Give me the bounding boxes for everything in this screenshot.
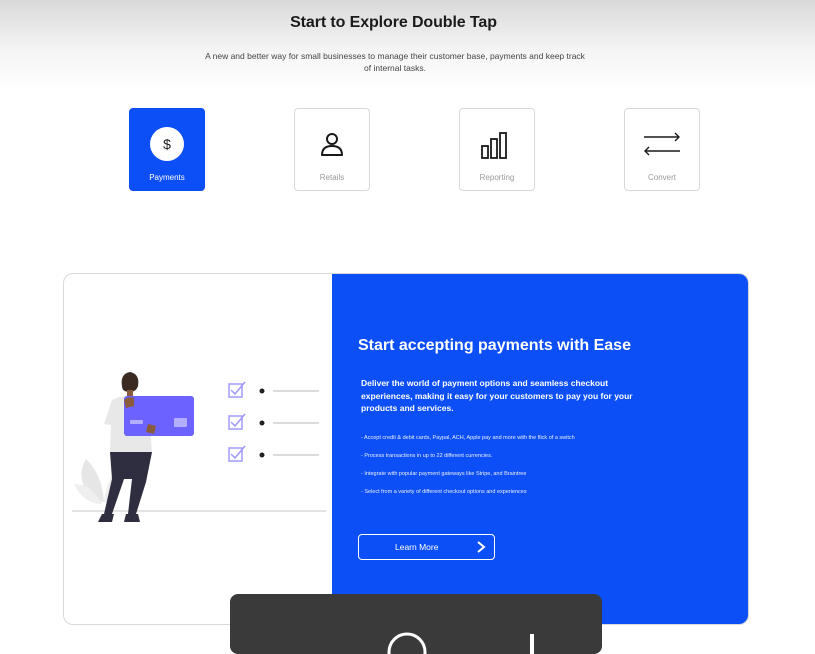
list-item: - Process transactions in up to 22 diffe…	[361, 453, 493, 459]
chevron-right-icon	[476, 540, 486, 556]
svg-text:$: $	[163, 136, 171, 152]
tab-payments-label: Payments	[149, 173, 185, 182]
payment-illustration	[64, 274, 332, 624]
list-item: - Select from a variety of different che…	[361, 489, 527, 495]
feature-title: Start accepting payments with Ease	[358, 337, 631, 354]
tab-retails[interactable]: Retails	[294, 108, 370, 191]
dollar-icon: $	[130, 125, 204, 163]
overlay-toolbar	[230, 594, 602, 654]
tab-retails-label: Retails	[319, 173, 345, 182]
feature-description: Deliver the world of payment options and…	[361, 378, 633, 413]
tab-convert-label: Convert	[647, 173, 676, 182]
tab-convert[interactable]: Convert	[624, 108, 700, 191]
feature-bullets: - Accept credit & debit cards, Paypal, A…	[361, 434, 591, 506]
tab-reporting[interactable]: Reporting	[459, 108, 535, 191]
list-item: - Integrate with popular payment gateway…	[361, 471, 527, 477]
list-item: - Accept credit & debit cards, Paypal, A…	[361, 435, 575, 441]
user-icon	[295, 125, 369, 163]
tab-payments[interactable]: $ Payments	[129, 108, 205, 191]
page-subtitle: A new and better way for small businesse…	[205, 51, 585, 73]
tab-reporting-label: Reporting	[479, 173, 515, 182]
convert-arrows-icon	[625, 125, 699, 163]
learn-more-label: Learn More	[395, 542, 439, 552]
learn-more-button[interactable]: Learn More	[358, 534, 495, 560]
feature-card: Start accepting payments with Ease Deliv…	[63, 273, 749, 625]
page-title: Start to Explore Double Tap	[290, 14, 497, 31]
bar-chart-icon	[460, 125, 534, 163]
feature-panel: Start accepting payments with Ease Deliv…	[332, 274, 748, 624]
